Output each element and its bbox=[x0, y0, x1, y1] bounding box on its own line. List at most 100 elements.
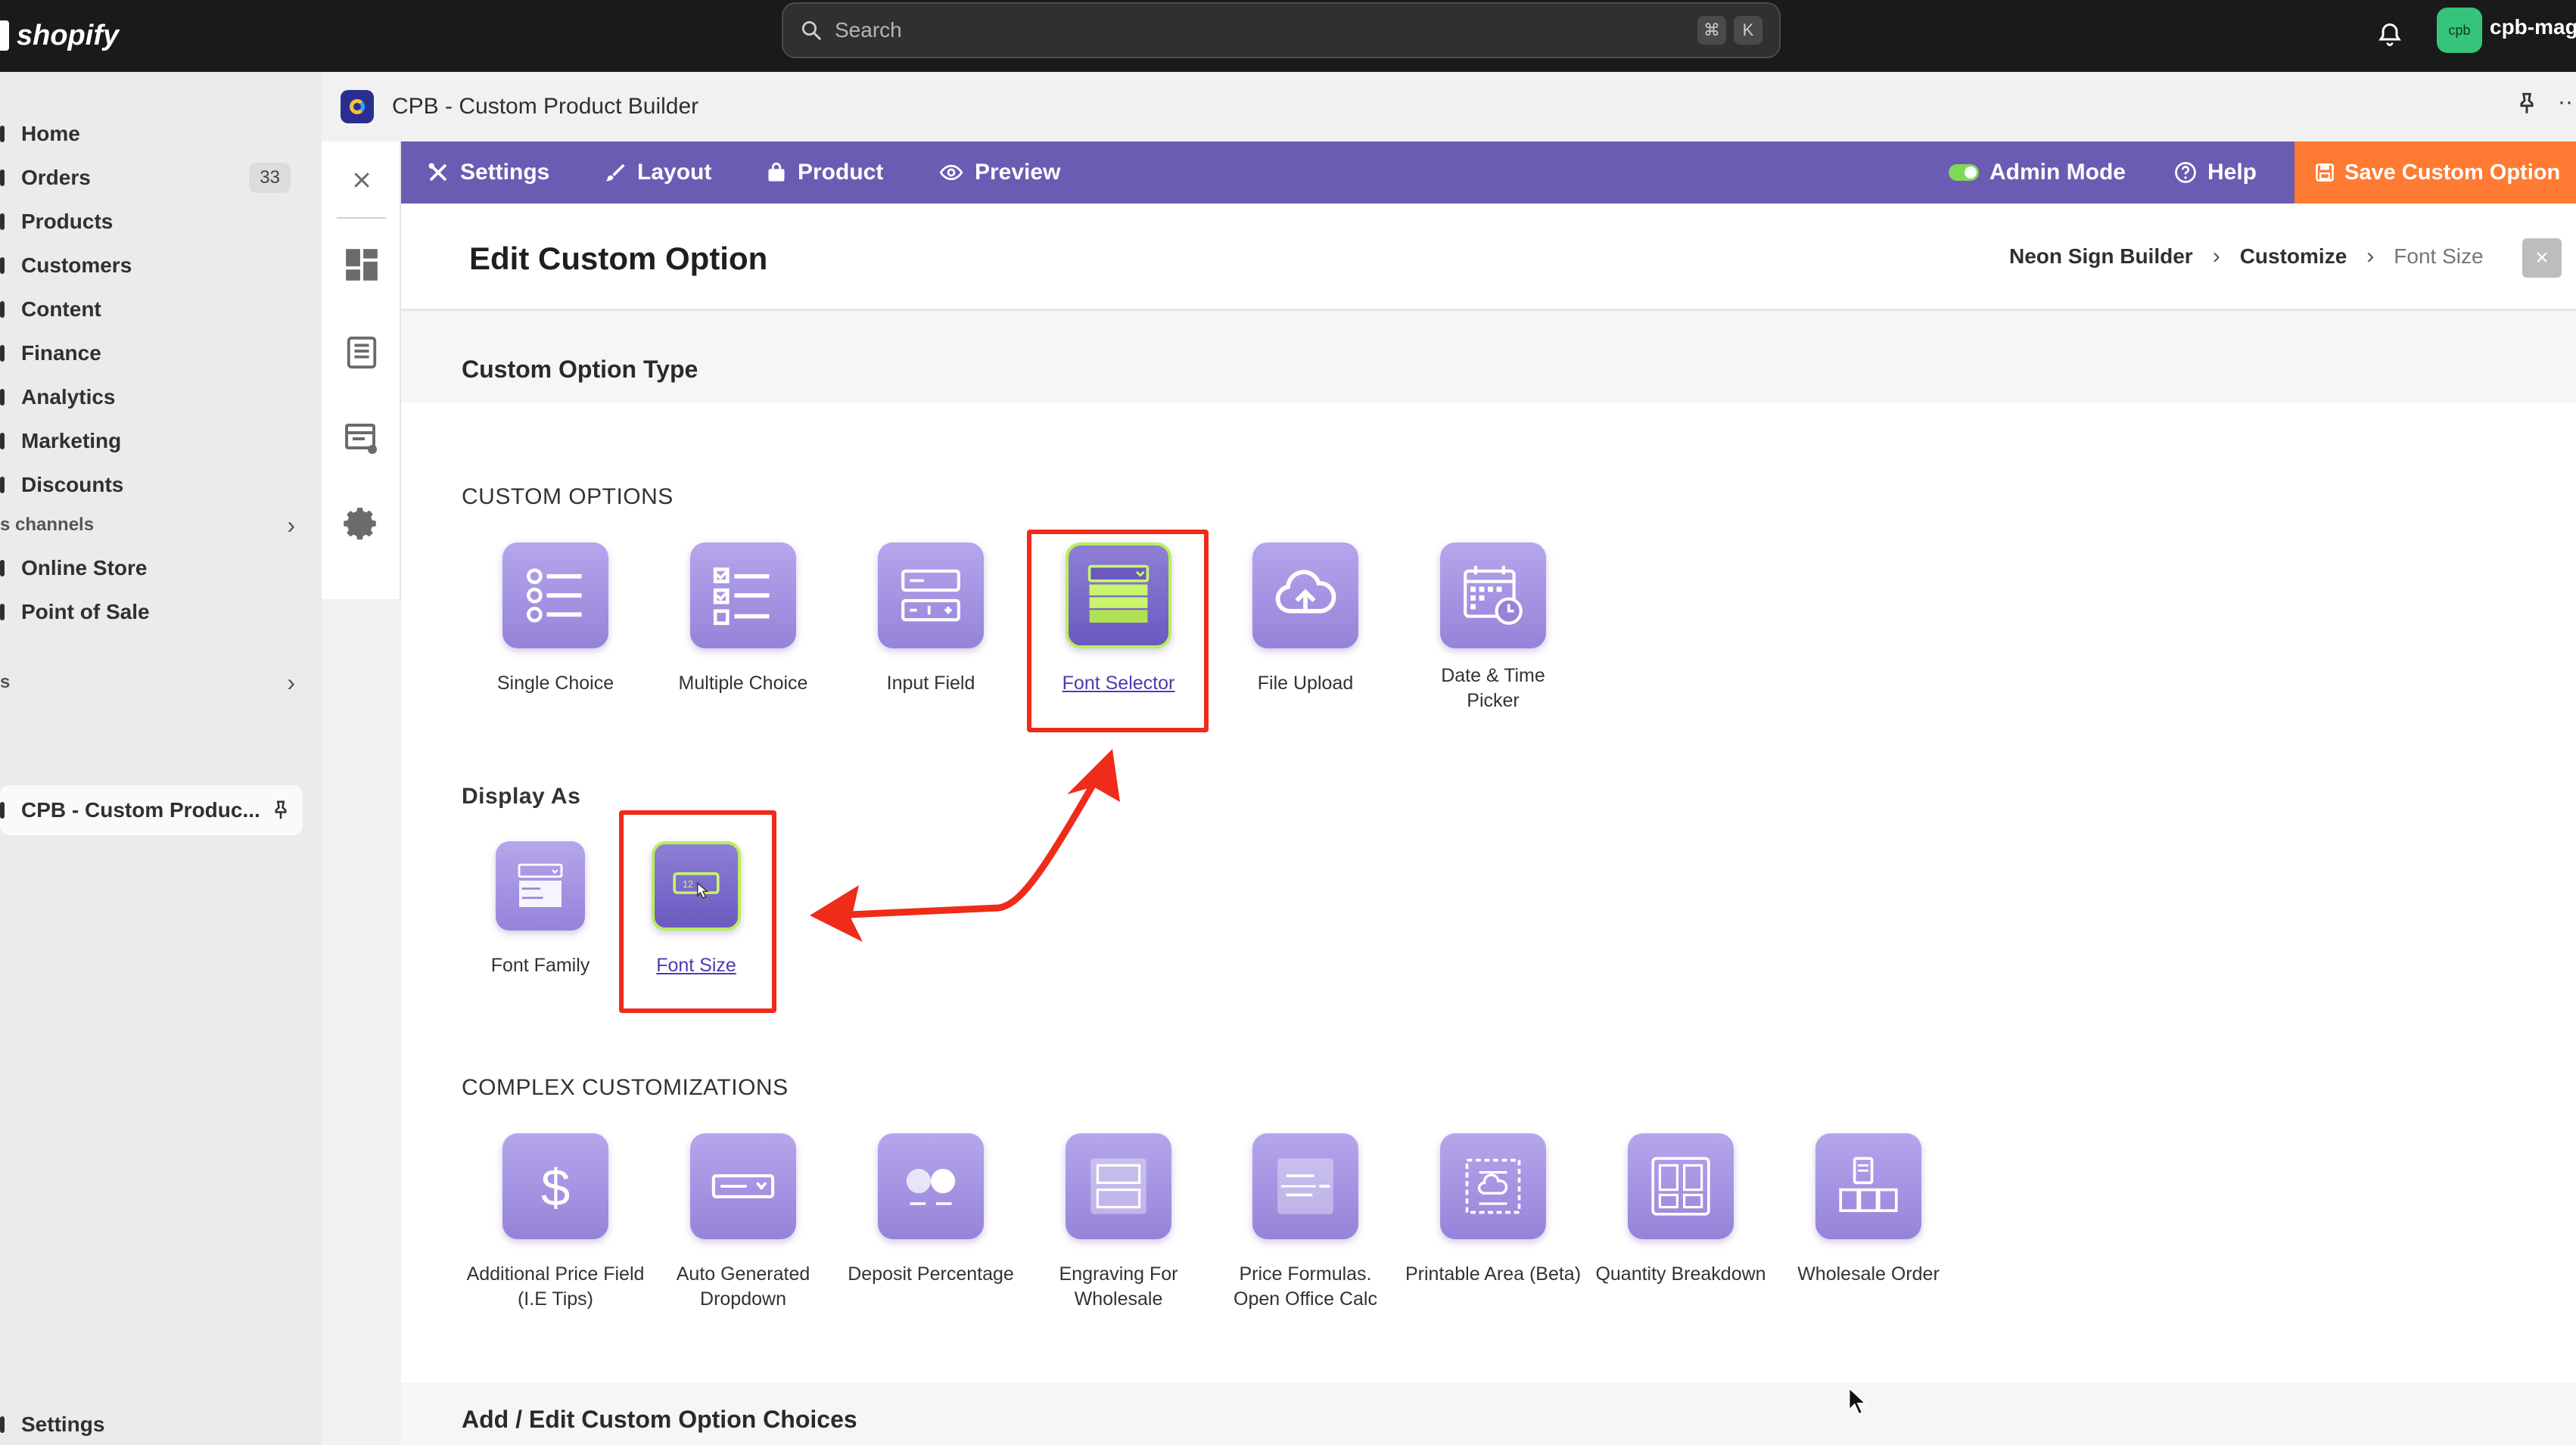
tile-date-time-picker[interactable]: Date & Time Picker bbox=[1402, 542, 1584, 713]
list-icon[interactable] bbox=[341, 332, 382, 373]
formula-icon bbox=[1252, 1133, 1358, 1239]
cloud-upload-icon bbox=[1252, 542, 1358, 648]
tile-auto-generated-dropdown[interactable]: Auto Generated Dropdown bbox=[652, 1133, 834, 1312]
marketing-icon bbox=[0, 433, 5, 449]
tile-input-field[interactable]: Input Field bbox=[840, 542, 1022, 696]
table-settings-icon[interactable] bbox=[341, 418, 382, 459]
pin-icon[interactable] bbox=[269, 799, 292, 822]
nav-section-apps[interactable]: s › bbox=[0, 663, 303, 701]
multiple-choice-icon bbox=[690, 542, 796, 648]
quantity-breakdown-icon bbox=[1628, 1133, 1734, 1239]
shopify-bag-icon bbox=[0, 20, 9, 51]
save-custom-option-button[interactable]: Save Custom Option bbox=[2294, 141, 2576, 204]
tile-label: Printable Area (Beta) bbox=[1405, 1263, 1582, 1285]
tile-file-upload[interactable]: File Upload bbox=[1215, 542, 1396, 696]
nav-item-online-store[interactable]: Online Store bbox=[0, 547, 303, 589]
shopify-logo[interactable]: shopify bbox=[0, 11, 119, 61]
nav-item-home[interactable]: Home bbox=[0, 113, 303, 155]
tile-price-formulas[interactable]: Price Formulas. Open Office Calc bbox=[1215, 1133, 1396, 1312]
finance-icon bbox=[0, 345, 5, 362]
notifications-bell-icon[interactable] bbox=[2369, 14, 2411, 56]
breadcrumb-neon-sign-builder[interactable]: Neon Sign Builder bbox=[2009, 244, 2193, 269]
nav-item-cpb-app[interactable]: CPB - Custom Produc... bbox=[0, 785, 303, 835]
toolbar-settings[interactable]: Settings bbox=[427, 141, 549, 204]
tile-engraving-for-wholesale[interactable]: Engraving For Wholesale bbox=[1028, 1133, 1209, 1312]
nav-item-discounts[interactable]: Discounts bbox=[0, 464, 303, 506]
app-title: CPB - Custom Product Builder bbox=[392, 94, 699, 119]
logo-text: shopify bbox=[17, 19, 120, 51]
nav-item-point-of-sale[interactable]: Point of Sale bbox=[0, 591, 303, 633]
toolbar-layout[interactable]: Layout bbox=[604, 141, 711, 204]
store-avatar[interactable]: cpb bbox=[2437, 8, 2482, 53]
percentage-icon bbox=[878, 1133, 984, 1239]
app-header: CPB - Custom Product Builder bbox=[322, 72, 2576, 141]
tile-label: Input Field bbox=[886, 673, 975, 694]
tile-label: Wholesale Order bbox=[1797, 1263, 1940, 1285]
nav-item-content[interactable]: Content bbox=[0, 288, 303, 331]
tile-multiple-choice[interactable]: Multiple Choice bbox=[652, 542, 834, 696]
dropdown-icon bbox=[690, 1133, 796, 1239]
nav-item-marketing[interactable]: Marketing bbox=[0, 420, 303, 462]
nav-item-finance[interactable]: Finance bbox=[0, 332, 303, 374]
display-as-label: Display As bbox=[462, 784, 581, 809]
annotation-highlight-font-size bbox=[619, 810, 776, 1013]
chevron-right-icon: › bbox=[2366, 244, 2375, 269]
nav-item-orders[interactable]: Orders 33 bbox=[0, 157, 303, 199]
toolbar-product[interactable]: Product bbox=[766, 141, 883, 204]
tile-label: Font Family bbox=[490, 955, 590, 976]
cpb-app-logo-icon bbox=[341, 90, 374, 123]
customers-icon bbox=[0, 257, 5, 274]
tile-label: Additional Price Field (I.E Tips) bbox=[466, 1263, 645, 1310]
tile-quantity-breakdown[interactable]: Quantity Breakdown bbox=[1590, 1133, 1772, 1287]
gear-icon[interactable] bbox=[341, 503, 382, 544]
nav-item-settings[interactable]: Settings bbox=[0, 1403, 303, 1445]
more-options-icon[interactable]: ·· bbox=[2558, 89, 2573, 115]
online-store-icon bbox=[0, 560, 5, 576]
nav-item-products[interactable]: Products bbox=[0, 200, 303, 243]
section-title: Custom Option Type bbox=[462, 356, 698, 383]
svg-text:$: $ bbox=[541, 1158, 570, 1217]
point-of-sale-icon bbox=[0, 604, 5, 620]
wholesale-icon bbox=[1815, 1133, 1921, 1239]
tile-printable-area[interactable]: Printable Area (Beta) bbox=[1402, 1133, 1584, 1287]
close-icon[interactable] bbox=[341, 160, 382, 200]
printable-area-icon bbox=[1440, 1133, 1546, 1239]
tile-deposit-percentage[interactable]: Deposit Percentage bbox=[840, 1133, 1022, 1287]
discounts-icon bbox=[0, 477, 5, 493]
search-placeholder: Search bbox=[835, 18, 902, 42]
tile-label: Engraving For Wholesale bbox=[1059, 1263, 1178, 1310]
store-name[interactable]: cpb-magc bbox=[2490, 15, 2576, 39]
nav-section-sales-channels[interactable]: s channels › bbox=[0, 506, 303, 544]
chevron-right-icon: › bbox=[287, 668, 295, 696]
close-button[interactable]: × bbox=[2522, 238, 2562, 278]
tile-label: Deposit Percentage bbox=[848, 1263, 1014, 1285]
brush-icon bbox=[605, 163, 625, 182]
complex-customizations-label: COMPLEX CUSTOMIZATIONS bbox=[462, 1075, 789, 1100]
tile-font-family[interactable]: Font Family bbox=[450, 841, 631, 978]
search-shortcut: ⌘ K bbox=[1697, 16, 1762, 45]
products-icon bbox=[0, 213, 5, 230]
admin-mode-toggle[interactable]: Admin Mode bbox=[1949, 141, 2126, 204]
search-input[interactable]: Search ⌘ K bbox=[782, 2, 1781, 58]
tile-wholesale-order[interactable]: Wholesale Order bbox=[1778, 1133, 1959, 1287]
tile-single-choice[interactable]: Single Choice bbox=[465, 542, 646, 696]
dashboard-icon[interactable] bbox=[341, 244, 382, 285]
nav-item-customers[interactable]: Customers bbox=[0, 244, 303, 287]
toolbar-preview[interactable]: Preview bbox=[938, 141, 1060, 204]
search-icon bbox=[802, 21, 821, 40]
tile-additional-price-field[interactable]: $ Additional Price Field (I.E Tips) bbox=[465, 1133, 646, 1312]
app-icon-rail bbox=[322, 141, 401, 599]
custom-options-label: CUSTOM OPTIONS bbox=[462, 484, 674, 509]
tile-label: Price Formulas. Open Office Calc bbox=[1234, 1263, 1377, 1310]
orders-count-badge: 33 bbox=[249, 163, 291, 193]
k-key: K bbox=[1734, 16, 1762, 45]
nav-item-analytics[interactable]: Analytics bbox=[0, 376, 303, 418]
toolbar-help[interactable]: Help bbox=[2174, 141, 2257, 204]
breadcrumb-customize[interactable]: Customize bbox=[2240, 244, 2347, 269]
pin-icon[interactable] bbox=[2514, 91, 2540, 117]
save-icon bbox=[2316, 163, 2334, 182]
toggle-switch-icon bbox=[1949, 164, 1979, 181]
single-choice-icon bbox=[502, 542, 608, 648]
analytics-icon bbox=[0, 389, 5, 406]
mouse-cursor-icon bbox=[1848, 1386, 1868, 1415]
